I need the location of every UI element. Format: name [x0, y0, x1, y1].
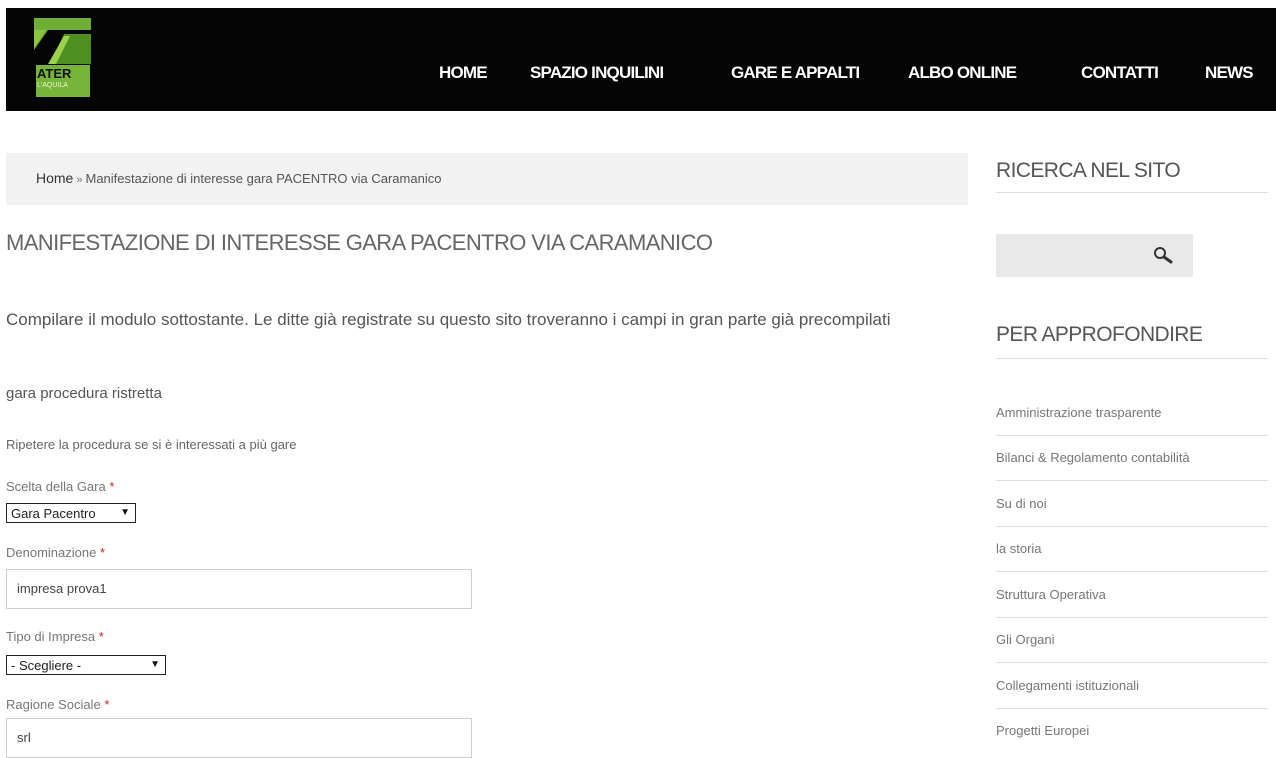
breadcrumb-separator: »: [76, 174, 83, 186]
breadcrumb: Home» Manifestazione di interesse gara PA…: [6, 153, 968, 205]
required-mark: *: [99, 545, 106, 560]
nav-news[interactable]: NEWS: [1205, 63, 1254, 83]
intro-text: Compilare il modulo sottostante. Le ditt…: [6, 310, 891, 329]
sidebar-link-gli-organi[interactable]: Gli Organi: [996, 632, 1055, 647]
divider: [996, 358, 1268, 359]
tipo-impresa-label-text: Tipo di Impresa: [6, 629, 96, 644]
nav-home[interactable]: HOME: [439, 63, 488, 83]
page-title: MANIFESTAZIONE DI INTERESSE GARA PACENTR…: [6, 230, 713, 255]
sidebar-link-la-storia[interactable]: la storia: [996, 541, 1042, 556]
nav-spazio-inquilini[interactable]: SPAZIO INQUILINI: [530, 63, 664, 83]
nav-albo-online[interactable]: ALBO ONLINE: [908, 63, 1017, 83]
links-section-title: PER APPROFONDIRE: [996, 323, 1203, 346]
required-mark: *: [104, 697, 110, 712]
sidebar-link-struttura-operativa[interactable]: Struttura Operativa: [996, 587, 1106, 602]
divider: [996, 662, 1268, 663]
search-icon[interactable]: [1153, 246, 1173, 266]
required-mark: *: [98, 629, 104, 644]
gara-select-value: Gara Pacentro: [11, 506, 96, 521]
divider: [996, 571, 1268, 572]
repeat-note: Ripetere la procedura se si è interessat…: [6, 437, 297, 452]
site-header: ATER L'AQUILA HOME SPAZIO INQUILINI GARE…: [6, 8, 1276, 111]
search-input[interactable]: [996, 234, 1193, 277]
nav-gare-e-appalti[interactable]: GARE E APPALTI: [731, 63, 860, 83]
search-section-title: RICERCA NEL SITO: [996, 159, 1181, 182]
divider: [996, 192, 1268, 193]
sidebar-link-amministrazione[interactable]: Amministrazione trasparente: [996, 405, 1161, 420]
sidebar-link-collegamenti[interactable]: Collegamenti istituzionali: [996, 678, 1139, 693]
gara-label: Scelta della Gara *: [6, 479, 114, 494]
ragione-sociale-value: srl: [17, 730, 31, 745]
tipo-impresa-select-value: - Scegliere -: [11, 658, 82, 673]
required-mark: *: [109, 479, 115, 494]
tipo-impresa-label: Tipo di Impresa *: [6, 629, 104, 644]
divider: [996, 617, 1268, 618]
denominazione-input[interactable]: impresa prova1: [6, 569, 472, 609]
ragione-sociale-label: Ragione Sociale *: [6, 697, 109, 712]
breadcrumb-home-link[interactable]: Home: [36, 170, 73, 186]
divider: [996, 480, 1268, 481]
divider: [996, 708, 1268, 709]
ragione-sociale-input[interactable]: srl: [6, 718, 472, 758]
sidebar-link-su-di-noi[interactable]: Su di noi: [996, 496, 1047, 511]
chevron-down-icon: ▼: [120, 507, 130, 518]
divider: [996, 435, 1268, 436]
nav-contatti[interactable]: CONTATTI: [1081, 63, 1159, 83]
ragione-sociale-label-text: Ragione Sociale: [6, 697, 101, 712]
gara-select[interactable]: Gara Pacentro ▼: [6, 503, 136, 523]
breadcrumb-current: Manifestazione di interesse gara PACENTR…: [85, 171, 442, 186]
sidebar-link-bilanci[interactable]: Bilanci & Regolamento contabilità: [996, 450, 1190, 465]
chevron-down-icon: ▼: [150, 659, 160, 670]
gara-label-text: Scelta della Gara: [6, 479, 106, 494]
procedure-subtitle: gara procedura ristretta: [6, 385, 162, 402]
denominazione-label-text: Denominazione: [6, 545, 97, 560]
sidebar-link-progetti-europei[interactable]: Progetti Europei: [996, 723, 1089, 738]
divider: [996, 526, 1268, 527]
denominazione-value: impresa prova1: [17, 581, 107, 596]
denominazione-label: Denominazione *: [6, 545, 105, 560]
tipo-impresa-select[interactable]: - Scegliere - ▼: [6, 655, 166, 675]
main-nav: HOME SPAZIO INQUILINI GARE E APPALTI ALB…: [6, 8, 1276, 111]
